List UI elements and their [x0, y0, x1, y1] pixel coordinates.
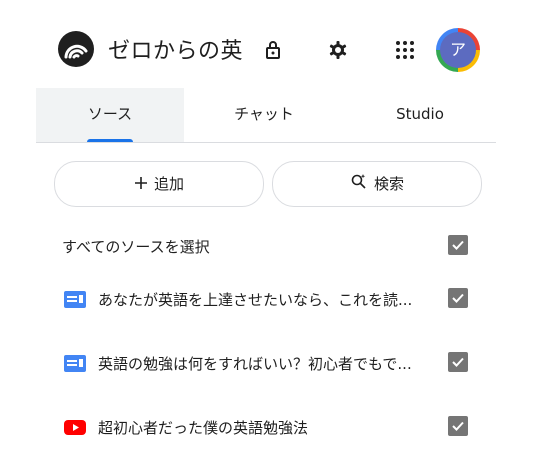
avatar-initial: ア [440, 32, 476, 68]
search-sparkle-icon [350, 163, 368, 207]
tab-chat-label: チャット [234, 105, 294, 123]
tab-studio[interactable]: Studio [344, 88, 496, 142]
source-checkbox[interactable] [448, 352, 468, 372]
source-title: あなたが英語を上達させたいなら、これを読... [98, 291, 413, 309]
avatar[interactable]: ア [436, 28, 480, 72]
source-item[interactable]: 英語の勉強は何をすればいい？初心者でもで... [0, 349, 556, 379]
youtube-icon [64, 419, 86, 436]
source-checkbox[interactable] [448, 288, 468, 308]
lock-icon[interactable] [261, 38, 285, 62]
add-source-button[interactable]: 追加 [54, 161, 264, 207]
notebook-title[interactable]: ゼロからの英 [108, 33, 243, 65]
source-item[interactable]: あなたが英語を上達させたいなら、これを読... [0, 285, 556, 315]
source-item[interactable]: 超初心者だった僕の英語勉強法 [0, 413, 556, 443]
tab-selected-indicator [87, 139, 133, 142]
tab-chat[interactable]: チャット [184, 88, 344, 142]
notebook-logo-icon[interactable] [58, 31, 94, 67]
gear-icon[interactable] [326, 38, 350, 62]
select-all-checkbox[interactable] [448, 235, 468, 255]
source-title: 英語の勉強は何をすればいい？初心者でもで... [98, 355, 412, 373]
select-all-label: すべてのソースを選択 [62, 238, 210, 256]
plus-icon [134, 163, 148, 207]
add-source-label: 追加 [153, 175, 184, 193]
discover-sources-button[interactable]: 検索 [272, 161, 482, 207]
panel-tabs: ソース チャット Studio [36, 88, 496, 143]
tab-sources[interactable]: ソース [36, 88, 184, 142]
document-icon [64, 291, 86, 308]
tab-sources-label: ソース [87, 105, 133, 123]
source-checkbox[interactable] [448, 416, 468, 436]
source-title: 超初心者だった僕の英語勉強法 [98, 419, 309, 437]
select-all-row[interactable]: すべてのソースを選択 [0, 232, 556, 262]
apps-grid-icon[interactable] [393, 38, 417, 62]
app-header: ゼロからの英 ア [0, 0, 556, 88]
discover-sources-label: 検索 [373, 175, 404, 193]
document-icon [64, 355, 86, 372]
tab-studio-label: Studio [396, 105, 444, 123]
